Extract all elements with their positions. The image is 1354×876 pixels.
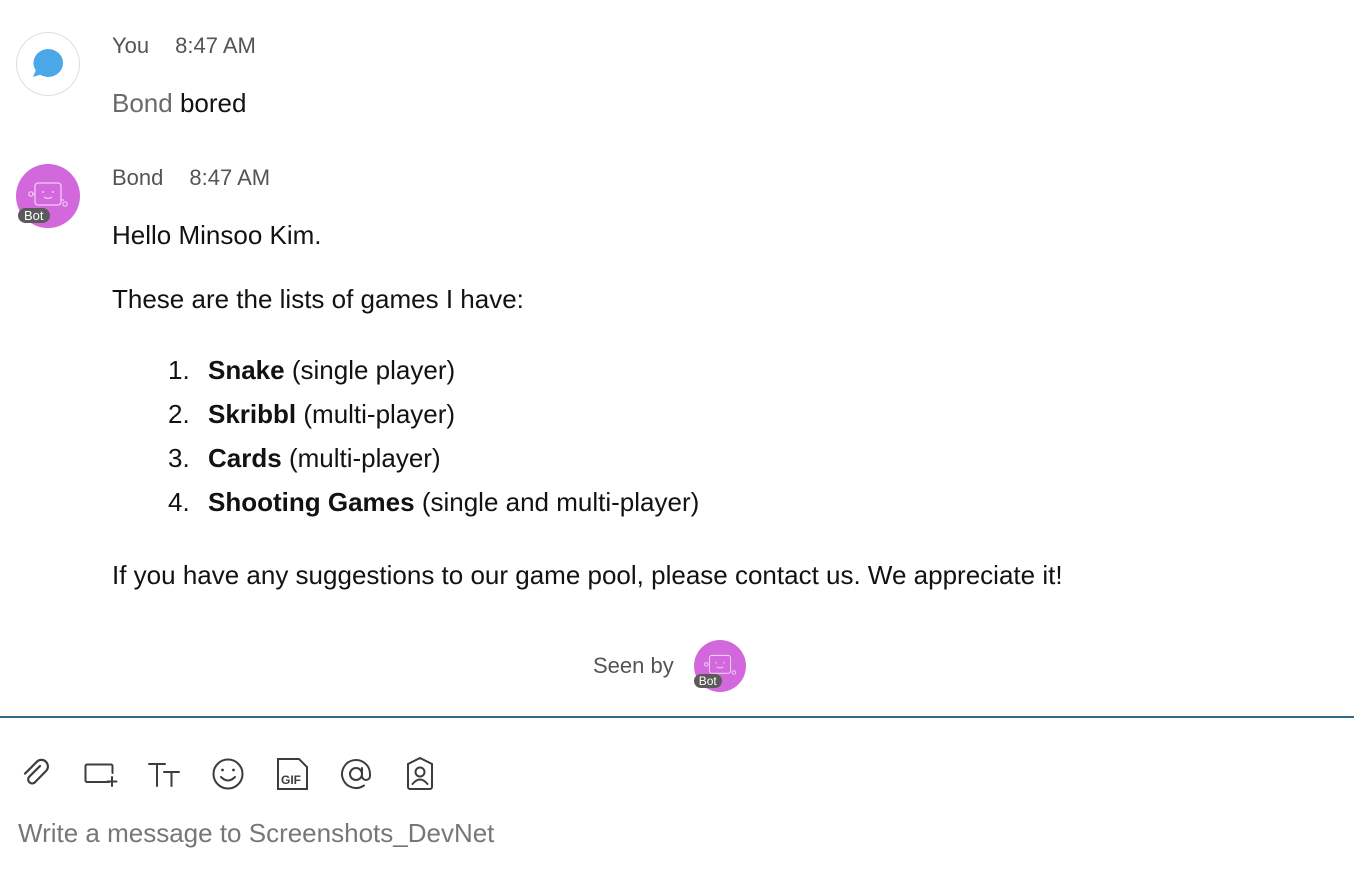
mention-button[interactable] bbox=[336, 754, 376, 794]
user-avatar[interactable] bbox=[16, 32, 80, 96]
seen-by-label: Seen by bbox=[593, 653, 674, 678]
text-format-icon bbox=[148, 763, 180, 787]
attach-file-button[interactable] bbox=[16, 754, 56, 794]
message-time: 8:47 AM bbox=[189, 165, 271, 190]
gif-button[interactable]: GIF bbox=[272, 754, 312, 794]
svg-text:GIF: GIF bbox=[281, 773, 301, 787]
list-item: 1. Snake (single player) bbox=[168, 350, 699, 394]
message-header: Bond 8:47 AM bbox=[112, 165, 270, 191]
text-format-button[interactable] bbox=[144, 754, 184, 794]
mention-icon bbox=[341, 759, 371, 789]
game-name: Snake bbox=[208, 355, 285, 385]
chat-bubble-icon bbox=[32, 48, 63, 77]
bot-intro: These are the lists of games I have: bbox=[112, 284, 524, 314]
read-receipt: Seen by Bot bbox=[593, 640, 746, 692]
game-detail: (single and multi-player) bbox=[421, 487, 700, 517]
message-body: bored bbox=[179, 88, 247, 118]
seen-bot-avatar[interactable]: Bot bbox=[693, 640, 746, 692]
game-name: Shooting Games bbox=[208, 487, 415, 517]
bot-greeting: Hello Minsoo Kim. bbox=[112, 220, 322, 250]
bot-badge: Bot bbox=[693, 674, 722, 688]
game-name: Skribbl bbox=[208, 399, 297, 429]
list-number: 4. bbox=[168, 487, 190, 517]
list-number: 2. bbox=[168, 399, 190, 429]
composer-divider bbox=[0, 716, 1354, 718]
composer-toolbar: GIF bbox=[16, 754, 464, 794]
message-input[interactable]: Write a message to Screenshots_DevNet bbox=[18, 818, 494, 849]
list-number: 3. bbox=[168, 443, 190, 473]
game-name: Cards bbox=[208, 443, 282, 473]
share-screen-button[interactable] bbox=[80, 754, 120, 794]
game-detail: (multi-player) bbox=[303, 399, 456, 429]
list-item: 4. Shooting Games (single and multi-playe… bbox=[168, 482, 700, 526]
list-item: 2. Skribbl (multi-player) bbox=[168, 394, 699, 438]
paperclip-icon bbox=[23, 758, 49, 785]
contact-card-button[interactable] bbox=[400, 754, 440, 794]
gif-icon: GIF bbox=[277, 758, 308, 790]
games-list: 1. Snake (single player) 2. Skribbl (multi… bbox=[112, 350, 699, 526]
list-number: 1. bbox=[168, 355, 190, 385]
message-text: Bond bored bbox=[112, 88, 246, 119]
mention[interactable]: Bond bbox=[112, 88, 173, 118]
sender-name[interactable]: You bbox=[112, 33, 149, 58]
emoji-icon bbox=[212, 758, 244, 790]
message-header: You 8:47 AM bbox=[112, 33, 256, 59]
message-time: 8:47 AM bbox=[175, 33, 256, 58]
game-detail: (multi-player) bbox=[288, 443, 441, 473]
game-detail: (single player) bbox=[291, 355, 456, 385]
emoji-button[interactable] bbox=[208, 754, 248, 794]
list-item: 3. Cards (multi-player) bbox=[168, 438, 699, 482]
sender-name[interactable]: Bond bbox=[112, 165, 163, 190]
share-screen-icon bbox=[84, 763, 118, 787]
bot-badge: Bot bbox=[18, 208, 50, 223]
bot-avatar[interactable]: Bot bbox=[16, 164, 80, 228]
bot-closing: If you have any suggestions to our game … bbox=[112, 560, 1063, 590]
contact-card-icon bbox=[407, 756, 433, 790]
